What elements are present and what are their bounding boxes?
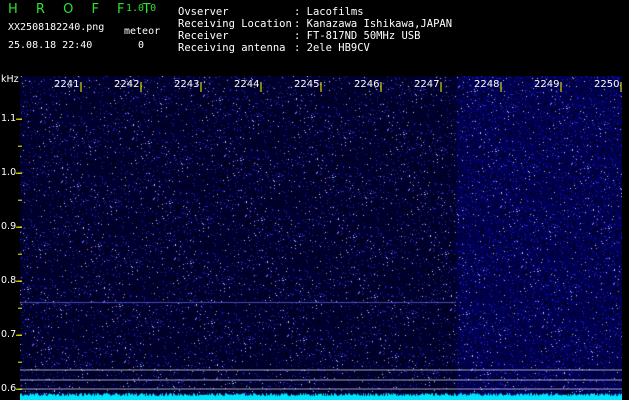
x-tick-label: 2241: [54, 79, 80, 90]
receiver-value: : FT-817ND 50MHz USB: [294, 30, 421, 42]
observer-value: : Lacofilms: [294, 6, 364, 18]
x-tick-label: 2243: [174, 79, 200, 90]
x-tick-label: 2242: [114, 79, 140, 90]
meteor-count: 0: [138, 40, 145, 51]
datetime: 25.08.18 22:40: [8, 40, 93, 51]
header-panel: H R O F F T 1.0.0 XX2508182240.png 25.08…: [0, 0, 629, 72]
antenna-label: Receiving antenna: [178, 42, 286, 54]
x-tick-label: 2245: [294, 79, 320, 90]
location-value: : Kanazawa Ishikawa,JAPAN: [294, 18, 453, 30]
antenna-value: : 2ele HB9CV: [294, 42, 370, 54]
y-tick-label: 1.0: [1, 167, 17, 179]
location-label: Receiving Location: [178, 18, 292, 30]
observer-label: Ovserver: [178, 6, 229, 18]
y-tick-label: 0.7: [1, 329, 17, 341]
filename: XX2508182240.png: [8, 22, 105, 33]
y-tick-label: 0.8: [1, 275, 17, 287]
y-tick-label: 0.6: [1, 383, 17, 395]
x-tick-label: 2248: [474, 79, 500, 90]
y-tick-label: 1.1: [1, 113, 17, 125]
y-axis-unit: kHz: [1, 74, 19, 85]
app-version: 1.0.0: [126, 3, 157, 14]
y-tick-label: 0.9: [1, 221, 17, 233]
x-tick-label: 2247: [414, 79, 440, 90]
x-tick-label: 2249: [534, 79, 560, 90]
spectrogram-canvas: [20, 76, 622, 400]
x-tick-label: 2244: [234, 79, 260, 90]
receiver-label: Receiver: [178, 30, 229, 42]
x-tick-label: 2250: [594, 79, 620, 90]
x-tick-label: 2246: [354, 79, 380, 90]
meteor-label: meteor: [124, 26, 161, 37]
